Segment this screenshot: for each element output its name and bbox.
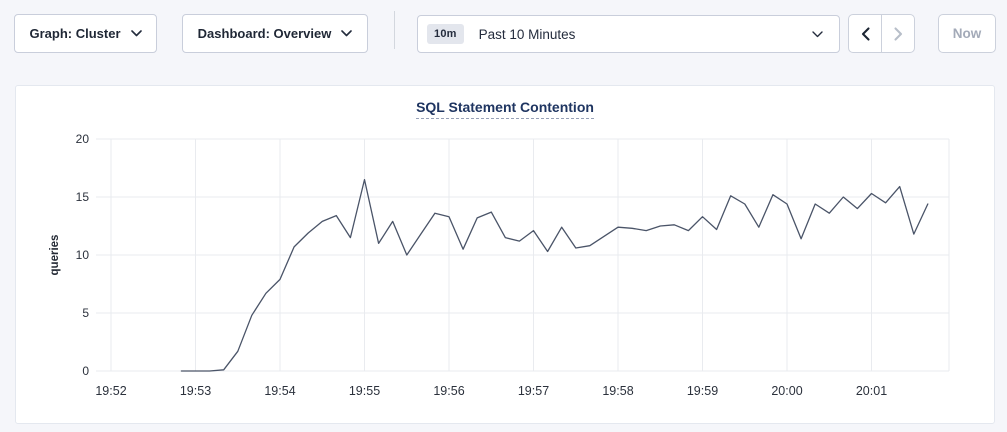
now-button-label: Now [953,26,982,41]
dashboard-dropdown-label: Dashboard: Overview [198,26,332,41]
svg-text:15: 15 [76,190,90,204]
time-window-badge: 10m [427,24,464,44]
svg-text:0: 0 [82,364,89,378]
graph-dropdown[interactable]: Graph: Cluster [14,14,157,53]
time-range-selector[interactable]: 10m Past 10 Minutes [417,15,840,53]
graph-dropdown-label: Graph: Cluster [29,26,120,41]
svg-text:19:59: 19:59 [687,384,718,398]
svg-text:20: 20 [76,132,90,146]
sql-statement-contention-chart[interactable]: 0 5 10 15 20 19:52 19:53 19:54 19:55 19:56 19:57 19… [16,121,994,419]
chevron-down-icon [812,31,823,38]
dashboard-toolbar: Graph: Cluster Dashboard: Overview 10m P… [0,0,1007,68]
svg-text:19:55: 19:55 [349,384,380,398]
svg-text:20:00: 20:00 [771,384,802,398]
toolbar-divider [394,11,395,49]
svg-text:19:58: 19:58 [602,384,633,398]
svg-text:19:52: 19:52 [95,384,126,398]
svg-text:10: 10 [76,248,90,262]
svg-text:19:54: 19:54 [264,384,295,398]
chevron-down-icon [341,30,352,37]
chart-title[interactable]: SQL Statement Contention [416,99,594,119]
previous-time-window-button[interactable] [849,15,882,52]
now-button[interactable]: Now [938,14,996,53]
chevron-right-icon [894,27,903,41]
svg-text:19:56: 19:56 [433,384,464,398]
y-axis-label: queries [49,235,61,276]
time-step-button-group [848,14,915,53]
svg-text:20:01: 20:01 [856,384,887,398]
chevron-down-icon [131,30,142,37]
time-window-label: Past 10 Minutes [479,27,812,42]
chevron-left-icon [861,27,870,41]
svg-text:19:53: 19:53 [180,384,211,398]
svg-text:5: 5 [82,306,89,320]
sql-statement-contention-card: SQL Statement Contention 0 5 10 15 20 19:52 19… [15,85,995,424]
next-time-window-button[interactable] [882,15,914,52]
svg-text:19:57: 19:57 [518,384,549,398]
dashboard-dropdown[interactable]: Dashboard: Overview [182,14,368,53]
